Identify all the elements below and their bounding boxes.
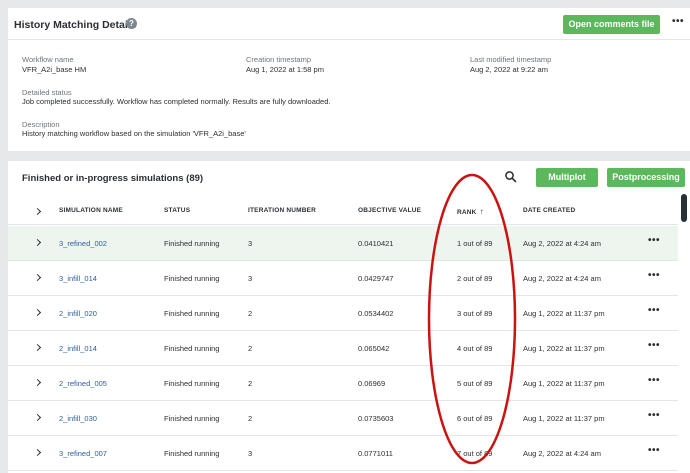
simulation-name-link[interactable]: 3_refined_002 — [59, 239, 107, 248]
date-created-cell: Aug 1, 2022 at 11:37 pm — [523, 344, 605, 353]
multiplot-button[interactable]: Multiplot — [536, 168, 598, 187]
row-more-options-icon[interactable]: ••• — [648, 305, 660, 316]
column-header-iteration[interactable]: ITERATION NUMBER — [248, 207, 316, 214]
rank-cell: 2 out of 89 — [457, 274, 493, 283]
simulation-name-link[interactable]: 3_refined_007 — [59, 449, 107, 458]
objective-value-cell: 0.0534402 — [358, 309, 394, 318]
iteration-cell: 3 — [248, 274, 253, 283]
table-row[interactable]: 3_refined_002 Finished running 3 0.0410421 1… — [8, 226, 678, 261]
row-more-options-icon[interactable]: ••• — [648, 235, 660, 246]
sort-ascending-icon: ↑ — [479, 207, 484, 216]
rank-cell: 7 out of 89 — [457, 449, 493, 458]
iteration-cell: 3 — [248, 239, 253, 248]
date-created-cell: Aug 1, 2022 at 11:37 pm — [523, 414, 605, 423]
date-created-cell: Aug 1, 2022 at 11:37 pm — [523, 379, 605, 388]
simulations-panel: Finished or in-progress simulations (89)… — [8, 161, 690, 473]
open-comments-file-button[interactable]: Open comments file — [563, 15, 660, 34]
workflow-name-value: VFR_A2i_base HM — [22, 65, 87, 74]
expand-row-chevron-icon[interactable] — [33, 273, 42, 282]
page-title: History Matching Details — [14, 19, 137, 31]
objective-value-cell: 0.0410421 — [358, 239, 394, 248]
description-label: Description — [22, 120, 60, 129]
postprocessing-button[interactable]: Postprocessing — [607, 168, 685, 187]
row-more-options-icon[interactable]: ••• — [648, 445, 660, 456]
expand-row-chevron-icon[interactable] — [33, 448, 42, 457]
history-matching-details-panel: History Matching Details ? Open comments… — [8, 8, 690, 151]
iteration-cell: 2 — [248, 309, 253, 318]
table-header: SIMULATION NAME STATUS ITERATION NUMBER … — [8, 197, 678, 225]
date-created-cell: Aug 2, 2022 at 4:24 am — [523, 274, 601, 283]
rank-cell: 4 out of 89 — [457, 344, 493, 353]
table-row[interactable]: 2_infill_014 Finished running 2 0.065042 4 o… — [8, 331, 678, 366]
status-cell: Finished running — [164, 379, 220, 388]
more-options-icon[interactable]: ••• — [672, 16, 684, 27]
table-row[interactable]: 3_infill_014 Finished running 3 0.0429747 2 … — [8, 261, 678, 296]
objective-value-cell: 0.065042 — [358, 344, 390, 353]
column-header-objective[interactable]: OBJECTIVE VALUE — [358, 207, 421, 214]
rank-cell: 6 out of 89 — [457, 414, 493, 423]
status-cell: Finished running — [164, 239, 220, 248]
simulations-title: Finished or in-progress simulations (89) — [22, 173, 204, 184]
row-more-options-icon[interactable]: ••• — [648, 410, 660, 421]
status-cell: Finished running — [164, 274, 220, 283]
simulation-name-link[interactable]: 2_infill_030 — [59, 414, 97, 423]
iteration-cell: 2 — [248, 344, 253, 353]
status-cell: Finished running — [164, 414, 220, 423]
last-modified-value: Aug 2, 2022 at 9:22 am — [470, 65, 548, 74]
rank-cell: 1 out of 89 — [457, 239, 493, 248]
row-more-options-icon[interactable]: ••• — [648, 375, 660, 386]
date-created-cell: Aug 2, 2022 at 4:24 am — [523, 449, 601, 458]
expand-all-chevron-icon[interactable] — [33, 207, 42, 216]
expand-row-chevron-icon[interactable] — [33, 343, 42, 352]
column-header-name[interactable]: SIMULATION NAME — [59, 207, 123, 214]
creation-timestamp-label: Creation timestamp — [246, 55, 312, 64]
column-header-rank[interactable]: RANK ↑ — [457, 207, 484, 216]
description-value: History matching workflow based on the s… — [22, 129, 246, 138]
simulation-name-link[interactable]: 2_infill_014 — [59, 344, 97, 353]
help-icon[interactable]: ? — [126, 18, 137, 29]
rank-cell: 5 out of 89 — [457, 379, 493, 388]
status-cell: Finished running — [164, 309, 220, 318]
objective-value-cell: 0.0735603 — [358, 414, 394, 423]
date-created-cell: Aug 1, 2022 at 11:37 pm — [523, 309, 605, 318]
status-cell: Finished running — [164, 449, 220, 458]
table-row[interactable]: 2_infill_020 Finished running 2 0.0534402 3 … — [8, 296, 678, 331]
simulation-name-link[interactable]: 2_infill_020 — [59, 309, 97, 318]
expand-row-chevron-icon[interactable] — [33, 413, 42, 422]
table-row[interactable]: 2_refined_005 Finished running 2 0.06969 5 o… — [8, 366, 678, 401]
table-row[interactable]: 3_refined_007 Finished running 3 0.0771011 7… — [8, 436, 678, 471]
date-created-cell: Aug 2, 2022 at 4:24 am — [523, 239, 601, 248]
objective-value-cell: 0.06969 — [358, 379, 386, 388]
workflow-name-label: Workflow name — [22, 55, 74, 64]
simulation-name-link[interactable]: 3_infill_014 — [59, 274, 97, 283]
details-header: History Matching Details ? Open comments… — [8, 8, 690, 40]
column-header-date[interactable]: DATE CREATED — [523, 207, 575, 214]
objective-value-cell: 0.0771011 — [358, 449, 393, 458]
table-row[interactable]: 2_infill_030 Finished running 2 0.0735603 6 … — [8, 401, 678, 436]
status-cell: Finished running — [164, 344, 220, 353]
column-header-status[interactable]: STATUS — [164, 207, 190, 214]
detailed-status-label: Detailed status — [22, 88, 72, 97]
detailed-status-value: Job completed successfully. Workflow has… — [22, 97, 331, 106]
simulation-name-link[interactable]: 2_refined_005 — [59, 379, 107, 388]
iteration-cell: 2 — [248, 379, 253, 388]
last-modified-label: Last modified timestamp — [470, 55, 552, 64]
iteration-cell: 3 — [248, 449, 253, 458]
creation-timestamp-value: Aug 1, 2022 at 1:58 pm — [246, 65, 324, 74]
iteration-cell: 2 — [248, 414, 253, 423]
scrollbar-thumb[interactable] — [681, 194, 687, 222]
expand-row-chevron-icon[interactable] — [33, 308, 42, 317]
row-more-options-icon[interactable]: ••• — [648, 340, 660, 351]
search-icon[interactable] — [504, 170, 518, 184]
rank-header-label: RANK — [457, 209, 477, 216]
rank-cell: 3 out of 89 — [457, 309, 493, 318]
expand-row-chevron-icon[interactable] — [33, 238, 42, 247]
expand-row-chevron-icon[interactable] — [33, 378, 42, 387]
row-more-options-icon[interactable]: ••• — [648, 270, 660, 281]
objective-value-cell: 0.0429747 — [358, 274, 394, 283]
